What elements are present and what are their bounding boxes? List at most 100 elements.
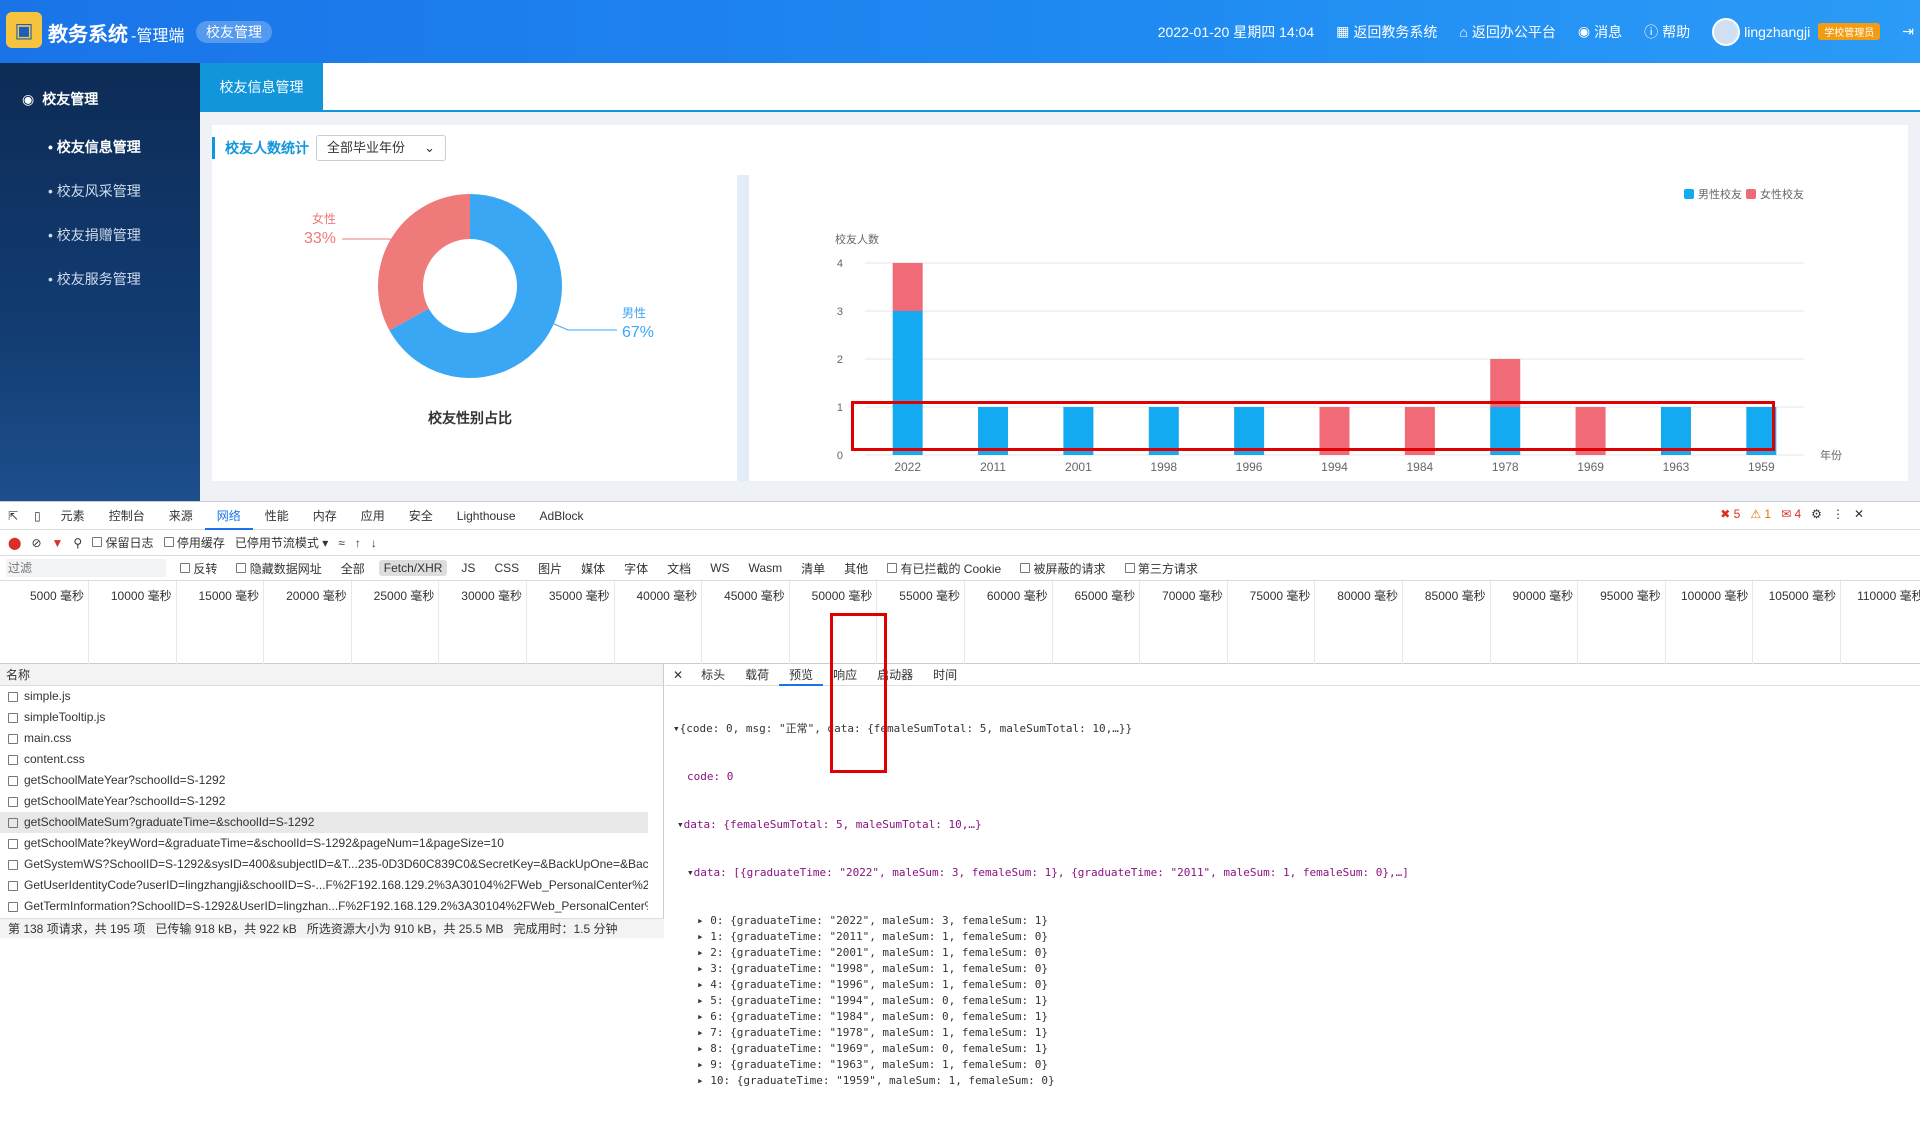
filter-chip[interactable]: 其他 [839,559,873,578]
filter-chip[interactable]: 字体 [619,559,653,578]
filter-chip[interactable]: 反转 [175,559,222,578]
devtools-tab[interactable]: 性能 [253,502,301,530]
settings-icon[interactable]: ⚙ [1811,507,1822,521]
request-row[interactable]: getSchoolMateYear?schoolId=S-1292 [0,770,648,791]
issue-count[interactable]: ✉ 4 [1781,507,1801,521]
json-row[interactable]: ▸ 3: {graduateTime: "1998", maleSum: 1, … [673,961,1920,977]
devtools-tab[interactable]: AdBlock [528,502,596,530]
tab-alumni-info[interactable]: 校友信息管理 [200,63,323,112]
json-data-array[interactable]: ▾data: [{graduateTime: "2022", maleSum: … [673,865,1920,881]
module-pill: 校友管理 [196,21,272,43]
filter-icon[interactable]: ▼ [52,536,64,550]
app-title: 教务系统 [48,24,128,46]
clear-icon[interactable]: ⊘ [31,536,41,550]
preview-tab[interactable]: 标头 [691,664,735,686]
x-tick-label: 1978 [1492,460,1519,474]
record-icon[interactable]: ⬤ [8,536,21,550]
request-row[interactable]: getSchoolMateSum?graduateTime=&schoolId=… [0,812,648,833]
devtools-tab[interactable]: 控制台 [97,502,157,530]
filter-chip[interactable]: 图片 [533,559,567,578]
request-row[interactable]: GetTermInformation?SchoolID=S-1292&UserI… [0,896,648,917]
filter-chip[interactable]: WS [705,560,734,576]
json-row[interactable]: ▸ 8: {graduateTime: "1969", maleSum: 0, … [673,1041,1920,1057]
filter-chip[interactable]: 被屏蔽的请求 [1015,559,1110,578]
devtools-tab[interactable]: 安全 [397,502,445,530]
back-to-edu-link[interactable]: ▦ 返回教务系统 [1336,22,1437,42]
filter-input[interactable] [6,559,166,577]
json-row[interactable]: ▸ 4: {graduateTime: "1996", maleSum: 1, … [673,977,1920,993]
sidebar-item-donation[interactable]: • 校友捐赠管理 [48,225,141,245]
devtools-tab[interactable]: 内存 [301,502,349,530]
filter-chip[interactable]: JS [456,560,480,576]
bar-female[interactable] [892,263,923,311]
sidebar-item-style[interactable]: • 校友风采管理 [48,181,141,201]
download-icon[interactable]: ↓ [371,536,377,550]
filter-chip[interactable]: Wasm [744,560,788,576]
json-data[interactable]: ▾data: {femaleSumTotal: 5, maleSumTotal:… [673,817,1920,833]
network-timeline[interactable]: 5000 毫秒 10000 毫秒 15000 毫秒 20000 毫秒 25000 毫秒 3… [0,581,1920,664]
devtools-tab[interactable]: 元素 [49,502,97,530]
json-row[interactable]: ▸ 0: {graduateTime: "2022", maleSum: 3, … [673,913,1920,929]
sidebar-title[interactable]: ◉ 校友管理 [22,89,98,109]
user-menu[interactable]: lingzhangji 学校管理员 [1712,17,1881,46]
logo-icon: ▣ [6,12,42,48]
preview-tab[interactable]: 预览 [779,664,824,686]
json-row[interactable]: ▸ 9: {graduateTime: "1963", maleSum: 1, … [673,1057,1920,1073]
bar-female[interactable] [1490,359,1521,407]
filter-chip[interactable]: 第三方请求 [1120,559,1203,578]
request-row[interactable]: simple.js [0,686,648,707]
warning-count[interactable]: ⚠ 1 [1750,507,1771,521]
devtools-tab[interactable]: 网络 [204,502,253,530]
y-tick-label: 2 [837,354,843,366]
request-row[interactable]: getSchoolMate?keyWord=&graduateTime=&sch… [0,833,648,854]
year-select[interactable]: 全部毕业年份 ⌄ [316,135,446,161]
logout-icon[interactable]: ⇥ [1902,23,1914,40]
request-row[interactable]: GetUserIdentityCode?userID=lingzhangji&s… [0,875,648,896]
sidebar-item-service[interactable]: • 校友服务管理 [48,269,141,289]
device-icon[interactable]: ▯ [26,509,49,523]
x-tick-label: 1996 [1236,460,1263,474]
json-row[interactable]: ▸ 5: {graduateTime: "1994", maleSum: 0, … [673,993,1920,1009]
json-row[interactable]: ▸ 10: {graduateTime: "1959", maleSum: 1,… [673,1073,1920,1089]
devtools-tab[interactable]: 应用 [349,502,397,530]
back-to-office-link[interactable]: ⌂ 返回办公平台 [1459,22,1555,42]
preview-tab[interactable]: 载荷 [735,664,779,686]
filter-chip[interactable]: 隐藏数据网址 [231,559,326,578]
request-row[interactable]: content.css [0,749,648,770]
request-row[interactable]: main.css [0,728,648,749]
devtools-tab[interactable]: 来源 [157,502,205,530]
throttle-select[interactable]: 已停用节流模式 ▾ [235,534,328,551]
close-icon[interactable]: ✕ [1854,507,1864,521]
preserve-log-checkbox[interactable]: 保留日志 [92,534,154,551]
more-icon[interactable]: ⋮ [1832,507,1844,521]
json-row[interactable]: ▸ 2: {graduateTime: "2001", maleSum: 1, … [673,945,1920,961]
disable-cache-checkbox[interactable]: 停用缓存 [163,534,225,551]
json-row[interactable]: ▸ 6: {graduateTime: "1984", maleSum: 0, … [673,1009,1920,1025]
filter-chip[interactable]: 全部 [336,559,370,578]
filter-chip[interactable]: CSS [489,560,524,576]
timeline-tick: 25000 毫秒 [373,589,435,603]
json-row[interactable]: ▸ 7: {graduateTime: "1978", maleSum: 1, … [673,1025,1920,1041]
filter-chip[interactable]: 清单 [796,559,830,578]
filter-chip[interactable]: 有已拦截的 Cookie [882,559,1006,578]
filter-chip[interactable]: Fetch/XHR [378,560,448,576]
preview-tab[interactable]: 时间 [923,664,967,686]
error-count[interactable]: ✖ 5 [1720,507,1740,521]
search-icon[interactable]: ⚲ [73,536,82,550]
upload-icon[interactable]: ↑ [355,536,361,550]
json-row[interactable]: ▸ 1: {graduateTime: "2011", maleSum: 1, … [673,929,1920,945]
filter-chip[interactable]: 文档 [662,559,696,578]
request-row[interactable]: simpleTooltip.js [0,707,648,728]
wifi-icon[interactable]: ≈ [338,536,345,550]
close-icon[interactable]: ✕ [665,668,691,682]
messages-link[interactable]: ◉ 消息 [1578,22,1622,42]
timeline-tick: 85000 毫秒 [1424,589,1486,603]
devtools-tab[interactable]: Lighthouse [445,502,528,530]
request-row[interactable]: GetSystemWS?SchoolID=S-1292&sysID=400&su… [0,854,648,875]
sidebar-item-info[interactable]: • 校友信息管理 [48,137,141,157]
help-link[interactable]: ⓘ 帮助 [1644,22,1690,42]
inspect-icon[interactable]: ⇱ [0,509,26,523]
request-row[interactable]: getSchoolMateYear?schoolId=S-1292 [0,791,648,812]
filter-chip[interactable]: 媒体 [576,559,610,578]
pie-slice-female[interactable] [378,194,470,331]
